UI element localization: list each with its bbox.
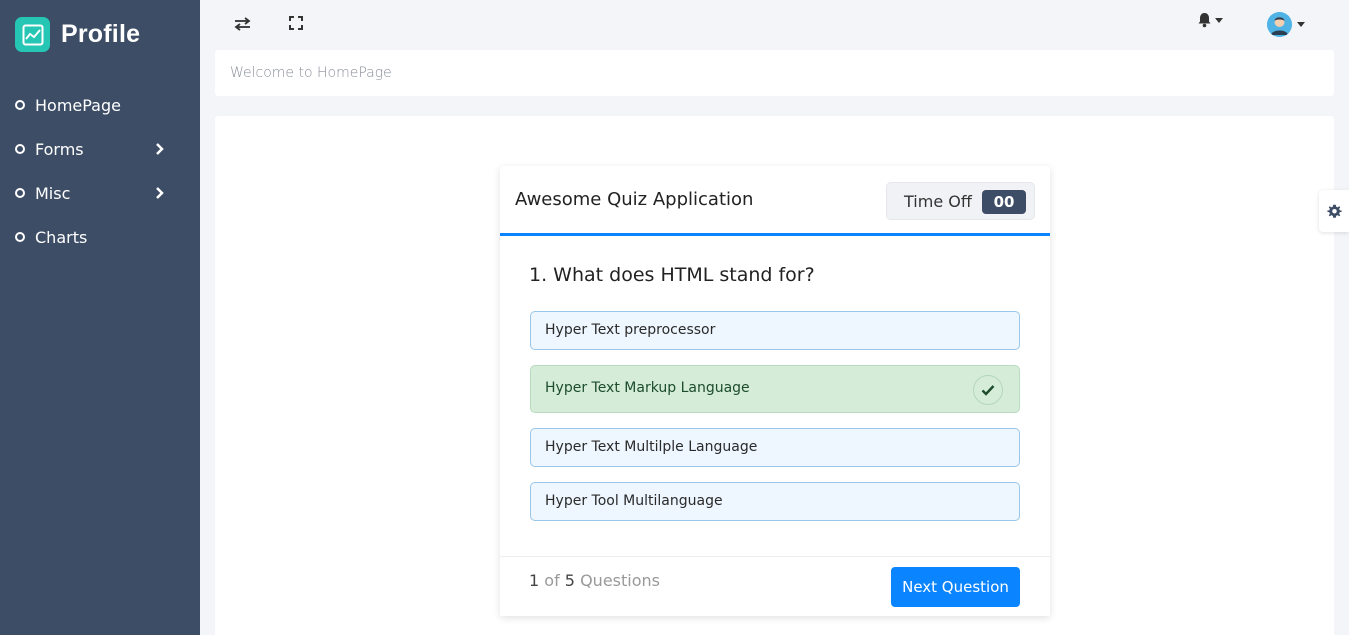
option-label: Hyper Text Markup Language <box>545 380 750 396</box>
quiz-title: Awesome Quiz Application <box>515 189 754 210</box>
circle-icon <box>15 100 25 110</box>
brand-title: Profile <box>61 20 141 48</box>
option-label: Hyper Tool Multilanguage <box>545 493 723 509</box>
question-text: 1. What does HTML stand for? <box>529 264 815 286</box>
sidebar-item-homepage[interactable]: HomePage <box>0 83 200 127</box>
circle-icon <box>15 232 25 242</box>
check-icon <box>973 375 1003 405</box>
answer-option[interactable]: Hyper Tool Multilanguage <box>530 482 1020 521</box>
sidebar-nav: HomePage Forms Misc Charts <box>0 83 200 259</box>
circle-icon <box>15 144 25 154</box>
answer-option[interactable]: Hyper Text preprocessor <box>530 311 1020 350</box>
gear-icon <box>1326 204 1342 218</box>
fullscreen-icon[interactable] <box>289 15 303 34</box>
option-label: Hyper Text preprocessor <box>545 322 716 338</box>
settings-button[interactable] <box>1319 190 1349 232</box>
option-label: Hyper Text Multilple Language <box>545 439 758 455</box>
sidebar-item-charts[interactable]: Charts <box>0 215 200 259</box>
timer: Time Off 00 <box>886 182 1035 220</box>
sidebar-item-label: Forms <box>35 139 84 159</box>
quiz-header: Awesome Quiz Application Time Off 00 <box>500 166 1050 236</box>
question-counter: 1 of 5 Questions <box>529 571 660 590</box>
circle-icon <box>15 188 25 198</box>
notifications-dropdown[interactable] <box>1197 12 1223 28</box>
sidebar-item-label: Misc <box>35 183 71 203</box>
quiz-footer: 1 of 5 Questions Next Question <box>500 556 1050 616</box>
total-questions: 5 <box>564 571 575 590</box>
caret-down-icon <box>1297 22 1305 27</box>
current-question: 1 <box>529 571 540 590</box>
caret-down-icon <box>1215 17 1223 23</box>
brand[interactable]: Profile <box>15 17 140 52</box>
sidebar-item-label: Charts <box>35 227 88 247</box>
timer-value: 00 <box>982 190 1026 214</box>
user-avatar <box>1267 12 1292 37</box>
sidebar-item-label: HomePage <box>35 95 121 115</box>
chevron-right-icon <box>156 143 164 155</box>
welcome-text: Welcome to HomePage <box>230 65 392 81</box>
chart-line-icon <box>15 17 50 52</box>
welcome-bar: Welcome to HomePage <box>215 50 1334 96</box>
timer-label: Time Off <box>904 192 972 211</box>
sidebar-item-forms[interactable]: Forms <box>0 127 200 171</box>
chevron-right-icon <box>156 187 164 199</box>
quiz-card: Awesome Quiz Application Time Off 00 1. … <box>500 166 1050 616</box>
answer-option-correct[interactable]: Hyper Text Markup Language <box>530 365 1020 413</box>
next-question-button[interactable]: Next Question <box>891 567 1020 607</box>
bell-icon <box>1198 13 1211 28</box>
sidebar: Profile HomePage Forms Misc Charts <box>0 0 200 635</box>
swap-icon[interactable] <box>234 16 251 35</box>
sidebar-item-misc[interactable]: Misc <box>0 171 200 215</box>
user-menu[interactable] <box>1267 12 1305 37</box>
answer-option[interactable]: Hyper Text Multilple Language <box>530 428 1020 467</box>
counter-of: of <box>544 571 560 590</box>
counter-suffix: Questions <box>580 571 660 590</box>
